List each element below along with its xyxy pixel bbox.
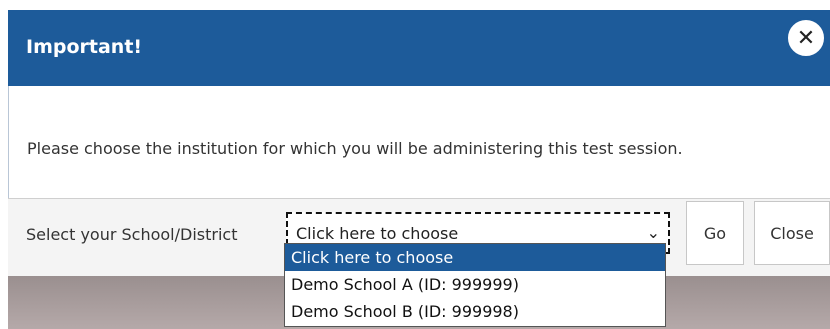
modal-body: Please choose the institution for which … <box>8 86 830 198</box>
go-button[interactable]: Go <box>686 201 744 265</box>
dropdown-option-demo-school-a[interactable]: Demo School A (ID: 999999) <box>285 271 665 298</box>
modal-message: Please choose the institution for which … <box>27 139 683 158</box>
school-select-value: Click here to choose <box>296 224 459 243</box>
school-dropdown-list: Click here to choose Demo School A (ID: … <box>284 243 666 327</box>
chevron-down-icon: ⌄ <box>646 223 660 242</box>
modal-title: Important! <box>26 36 143 58</box>
dropdown-option-placeholder[interactable]: Click here to choose <box>285 244 665 271</box>
school-select-label: Select your School/District <box>26 225 238 244</box>
close-button[interactable]: Close <box>754 201 830 265</box>
dropdown-option-demo-school-b[interactable]: Demo School B (ID: 999998) <box>285 298 665 325</box>
modal-header: Important! <box>8 10 830 86</box>
close-icon[interactable]: ✕ <box>786 18 826 58</box>
